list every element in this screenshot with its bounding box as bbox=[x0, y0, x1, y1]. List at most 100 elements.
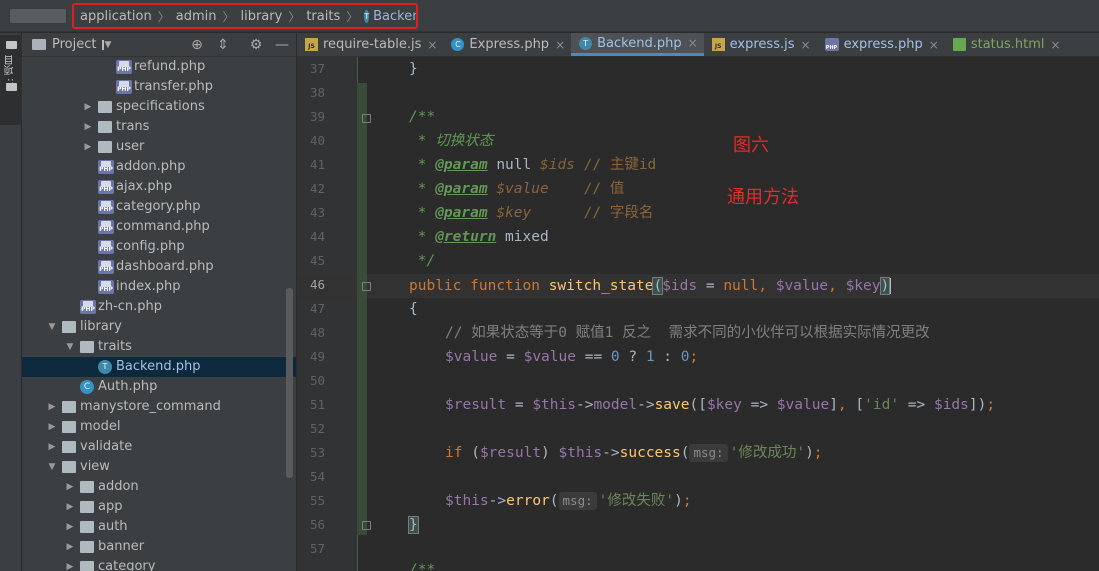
chevron-right-icon[interactable]: ▶ bbox=[46, 397, 58, 417]
tree-item-label: category bbox=[98, 559, 156, 571]
breadcrumb-item-application[interactable]: application bbox=[80, 9, 152, 24]
tree-scrollbar[interactable] bbox=[286, 288, 293, 478]
tab-label: Express.php bbox=[469, 37, 550, 52]
tree-item[interactable]: ▶ user bbox=[22, 137, 296, 157]
editor-tab[interactable]: T Backend.php × bbox=[571, 33, 704, 56]
project-view-selector[interactable]: Project bbox=[52, 37, 96, 52]
blurred-region bbox=[10, 9, 66, 23]
tree-item[interactable]: PHP addon.php bbox=[22, 157, 296, 177]
navigation-bar: application 〉 admin 〉 library 〉 traits 〉… bbox=[0, 0, 1099, 32]
tree-item[interactable]: ▼ traits bbox=[22, 337, 296, 357]
chevron-down-icon[interactable]: ▼ bbox=[64, 337, 76, 357]
project-tool-button[interactable]: 1: 项目 bbox=[0, 35, 22, 125]
close-icon[interactable]: × bbox=[688, 36, 698, 50]
tree-item[interactable]: ▶ app bbox=[22, 497, 296, 517]
tree-item[interactable]: PHP command.php bbox=[22, 217, 296, 237]
line-number: 52 bbox=[309, 421, 325, 436]
js-file-icon: JS bbox=[711, 38, 725, 51]
tab-label: status.html bbox=[970, 37, 1045, 52]
folder-icon bbox=[80, 341, 94, 353]
code-line-47: { bbox=[409, 301, 418, 317]
folder-icon bbox=[80, 481, 94, 493]
fold-marker-icon[interactable] bbox=[362, 114, 371, 123]
html-file-icon bbox=[952, 38, 966, 51]
tree-item[interactable]: PHP index.php bbox=[22, 277, 296, 297]
tree-item[interactable]: ▶ manystore_command bbox=[22, 397, 296, 417]
class-icon: C bbox=[80, 380, 94, 394]
chevron-right-icon: 〉 bbox=[222, 9, 235, 24]
locate-target-icon[interactable]: ⊕ bbox=[187, 35, 207, 55]
tree-item[interactable]: ▼ view bbox=[22, 457, 296, 477]
minimize-icon[interactable]: — bbox=[272, 35, 292, 55]
line-number: 40 bbox=[309, 133, 325, 148]
editor-tab[interactable]: PHP express.php × bbox=[817, 33, 945, 56]
tree-item[interactable]: ▶ banner bbox=[22, 537, 296, 557]
tree-item[interactable]: ▶ specifications bbox=[22, 97, 296, 117]
php-file-icon: PHP bbox=[98, 200, 114, 214]
tree-item[interactable]: T Backend.php bbox=[22, 357, 296, 377]
chevron-right-icon[interactable]: ▶ bbox=[46, 417, 58, 437]
line-number: 53 bbox=[309, 445, 325, 460]
tree-item-label: validate bbox=[80, 439, 133, 454]
close-icon[interactable]: × bbox=[427, 38, 437, 52]
editor-tab[interactable]: C Express.php × bbox=[443, 33, 571, 56]
chevron-right-icon[interactable]: ▶ bbox=[82, 97, 94, 117]
chevron-right-icon[interactable]: ▶ bbox=[64, 497, 76, 517]
chevron-right-icon[interactable]: ▶ bbox=[64, 517, 76, 537]
close-icon[interactable]: × bbox=[801, 38, 811, 52]
collapse-all-icon[interactable]: ⇕ bbox=[213, 35, 233, 55]
close-icon[interactable]: × bbox=[1051, 38, 1061, 52]
breadcrumb-item-library[interactable]: library bbox=[240, 9, 282, 24]
tree-item-label: dashboard.php bbox=[116, 259, 214, 274]
chevron-right-icon[interactable]: ▶ bbox=[46, 437, 58, 457]
editor-tab[interactable]: JS express.js × bbox=[704, 33, 817, 56]
tree-item-label: model bbox=[80, 419, 121, 434]
chevron-right-icon[interactable]: ▶ bbox=[64, 557, 76, 571]
tree-item-label: manystore_command bbox=[80, 399, 221, 414]
folder-icon bbox=[62, 441, 76, 453]
tab-label: express.php bbox=[843, 37, 923, 52]
chevron-down-icon[interactable]: ▼ bbox=[46, 457, 58, 477]
tree-item[interactable]: ▶ model bbox=[22, 417, 296, 437]
chevron-right-icon[interactable]: ▶ bbox=[82, 117, 94, 137]
tree-item[interactable]: PHP transfer.php bbox=[22, 77, 296, 97]
line-number: 51 bbox=[309, 397, 325, 412]
tree-item[interactable]: PHP dashboard.php bbox=[22, 257, 296, 277]
line-number: 41 bbox=[309, 157, 325, 172]
breadcrumb-item-admin[interactable]: admin bbox=[176, 9, 217, 24]
php-file-icon: PHP bbox=[116, 60, 132, 74]
gear-icon[interactable]: ⚙ bbox=[246, 35, 266, 55]
tree-item[interactable]: PHP config.php bbox=[22, 237, 296, 257]
close-icon[interactable]: × bbox=[929, 38, 939, 52]
chevron-right-icon[interactable]: ▶ bbox=[64, 537, 76, 557]
tree-item[interactable]: PHP zh-cn.php bbox=[22, 297, 296, 317]
tree-item[interactable]: ▶ auth bbox=[22, 517, 296, 537]
breadcrumb-item-backend[interactable]: Backend.php bbox=[373, 9, 416, 24]
chevron-down-icon[interactable]: ▼ bbox=[46, 317, 58, 337]
tree-item[interactable]: ▶ validate bbox=[22, 437, 296, 457]
dropdown-arrow-icon[interactable]: ▼ bbox=[102, 39, 111, 50]
tree-item[interactable]: PHP ajax.php bbox=[22, 177, 296, 197]
tree-item[interactable]: ▶ addon bbox=[22, 477, 296, 497]
tree-item[interactable]: C Auth.php bbox=[22, 377, 296, 397]
tree-item[interactable]: ▶ trans bbox=[22, 117, 296, 137]
editor-tab[interactable]: JS require-table.js × bbox=[297, 33, 443, 56]
tree-item[interactable]: ▼ library bbox=[22, 317, 296, 337]
line-number: 56 bbox=[309, 517, 325, 532]
tree-item[interactable]: PHP category.php bbox=[22, 197, 296, 217]
php-file-icon: PHP bbox=[80, 300, 96, 314]
class-icon: C bbox=[451, 38, 465, 51]
vcs-change-marker bbox=[357, 83, 367, 535]
chevron-right-icon[interactable]: ▶ bbox=[82, 137, 94, 157]
fold-marker-icon[interactable] bbox=[362, 521, 371, 530]
tree-item[interactable]: PHP refund.php bbox=[22, 57, 296, 77]
tree-item[interactable]: ▶ category bbox=[22, 557, 296, 571]
editor-tab[interactable]: status.html × bbox=[945, 33, 1067, 56]
folder-icon bbox=[62, 401, 76, 413]
breadcrumb-item-traits[interactable]: traits bbox=[306, 9, 340, 24]
close-icon[interactable]: × bbox=[555, 38, 565, 52]
project-panel: Project ▼ ⊕ ⇕ ⚙ — PHP refund.php PHP transf… bbox=[22, 33, 296, 571]
tree-item-label: index.php bbox=[116, 279, 181, 294]
chevron-right-icon[interactable]: ▶ bbox=[64, 477, 76, 497]
fold-marker-icon[interactable] bbox=[362, 282, 371, 291]
